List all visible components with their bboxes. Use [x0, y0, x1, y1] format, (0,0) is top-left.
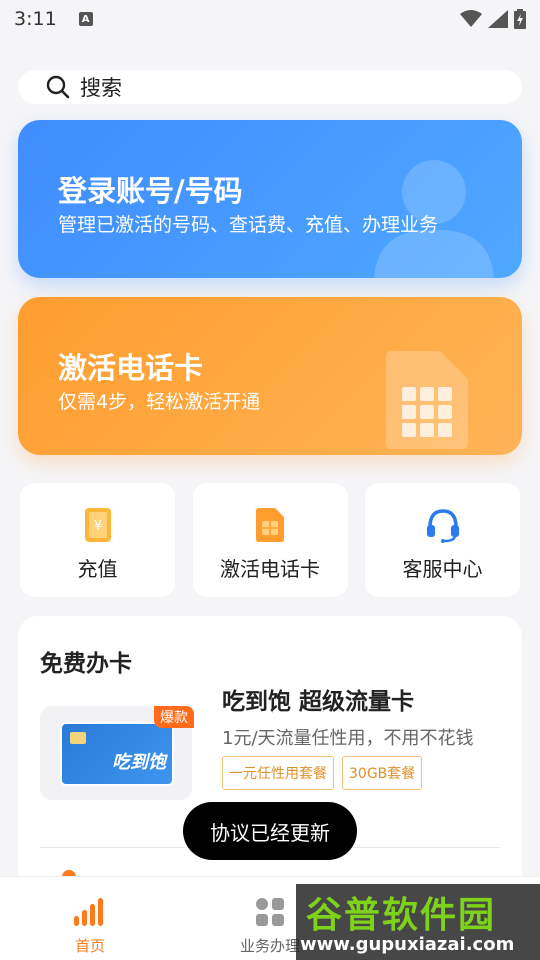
battery-icon — [514, 9, 526, 29]
product-tag: 30GB套餐 — [342, 756, 423, 790]
login-banner-subtitle: 管理已激活的号码、查话费、充值、办理业务 — [58, 214, 439, 236]
product-tag: 一元任性用套餐 — [222, 756, 334, 790]
tab-label: 首页 — [74, 937, 105, 955]
wifi-icon — [460, 10, 482, 27]
grid-icon — [253, 895, 287, 929]
recharge-icon: ¥ — [80, 507, 116, 543]
svg-text:¥: ¥ — [93, 519, 101, 534]
quick-action-label: 充值 — [77, 557, 118, 581]
quick-actions: ¥ 充值 激活电话卡 客服中心 — [20, 483, 520, 597]
chip-icon — [70, 732, 86, 744]
tab-label: 业务办理 — [239, 937, 300, 955]
toast: 协议已经更新 — [183, 802, 357, 860]
login-banner[interactable]: 登录账号/号码 管理已激活的号码、查话费、充值、办理业务 — [18, 120, 522, 278]
quick-action-label: 客服中心 — [402, 557, 483, 581]
quick-action-label: 激活电话卡 — [220, 557, 320, 581]
notification-icon: A — [78, 12, 93, 26]
login-banner-title: 登录账号/号码 — [58, 174, 243, 208]
watermark-url: www.gupuxiazai.com — [300, 934, 515, 955]
product-tags: 一元任性用套餐 30GB套餐 — [222, 756, 423, 790]
status-time: 3:11 — [14, 8, 57, 30]
product-description: 1元/天流量任性用，不用不花钱 — [222, 728, 474, 749]
activate-banner-subtitle: 仅需4步，轻松激活开通 — [58, 391, 261, 413]
status-bar: 3:11 A — [0, 0, 540, 38]
watermark-logo: 谷普软件园 — [306, 895, 497, 936]
status-indicators — [460, 9, 526, 29]
search-bar[interactable]: 搜索 — [18, 70, 522, 104]
quick-action-recharge[interactable]: ¥ 充值 — [20, 483, 175, 597]
headset-icon — [425, 507, 461, 543]
product-name[interactable]: 吃到饱 超级流量卡 — [222, 682, 414, 716]
sim-card-illustration-icon — [386, 351, 468, 449]
quick-action-customer-service[interactable]: 客服中心 — [365, 483, 520, 597]
activate-banner[interactable]: 激活电话卡 仅需4步，轻松激活开通 — [18, 297, 522, 455]
hot-badge: 爆款 — [154, 706, 194, 728]
sim-card-text: 吃到饱 — [112, 752, 166, 773]
quick-action-activate[interactable]: 激活电话卡 — [192, 483, 348, 597]
signal-icon — [488, 10, 508, 28]
activate-banner-title: 激活电话卡 — [58, 351, 204, 385]
product-image[interactable]: 吃到饱 爆款 — [40, 706, 194, 800]
search-icon — [46, 75, 70, 99]
section-title: 免费办卡 — [40, 651, 132, 677]
search-label: 搜索 — [80, 76, 122, 100]
sim-card-image: 吃到饱 — [60, 722, 174, 786]
sim-card-icon — [252, 507, 288, 543]
watermark: 谷普软件园 www.gupuxiazai.com — [296, 884, 540, 960]
tab-home[interactable]: 首页 — [45, 877, 135, 960]
home-bars-icon — [73, 895, 107, 929]
